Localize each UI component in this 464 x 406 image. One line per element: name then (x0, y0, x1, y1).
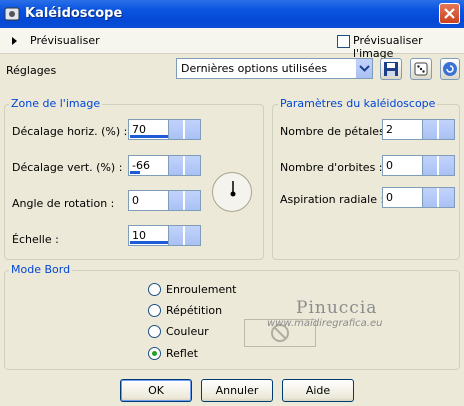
radio-repeat-label[interactable]: Répétition (166, 304, 222, 317)
preset-select[interactable]: Dernières options utilisées (176, 58, 373, 79)
reset-button[interactable] (440, 58, 460, 80)
preview-image-checkbox[interactable] (337, 35, 350, 48)
h-offset-fill (130, 135, 168, 138)
orbits-spinner[interactable]: 0 (382, 155, 455, 176)
petals-label: Nombre de pétales : (280, 125, 393, 138)
v-offset-label: Décalage vert. (%) : (12, 161, 123, 174)
rotation-label: Angle de rotation : (12, 197, 115, 210)
dice-icon (414, 62, 428, 76)
radio-color[interactable] (148, 325, 161, 338)
dial-needle-icon (230, 181, 236, 197)
spin-arrows-icon[interactable] (168, 120, 183, 139)
preset-select-value: Dernières options utilisées (181, 62, 328, 75)
orbits-label: Nombre d'orbites : (280, 161, 383, 174)
image-zone-legend: Zone de l'image (9, 97, 103, 110)
h-offset-label: Décalage horiz. (%) : (12, 125, 128, 138)
window-title: Kaléidoscope (25, 6, 123, 21)
radio-wrap[interactable] (148, 283, 161, 296)
scale-spinner[interactable]: 10 (128, 225, 201, 246)
h-offset-spinner[interactable]: 70 (128, 119, 201, 140)
random-preset-button[interactable] (410, 58, 432, 80)
petals-value: 2 (386, 123, 393, 136)
preview-toggle-label[interactable]: Prévisualiser (30, 34, 100, 47)
spin-arrows-icon[interactable] (422, 188, 437, 207)
edge-mode-legend: Mode Bord (9, 263, 73, 276)
chevron-down-icon[interactable] (438, 188, 454, 207)
save-preset-button[interactable] (380, 58, 402, 80)
chevron-down-icon[interactable] (438, 156, 454, 175)
rotation-dial[interactable] (212, 172, 252, 212)
ok-button[interactable]: OK (120, 379, 192, 402)
orbits-value: 0 (386, 159, 393, 172)
rotation-value: 0 (132, 194, 139, 207)
scale-fill (130, 241, 168, 244)
save-icon (384, 62, 398, 76)
expand-arrow-icon[interactable] (12, 37, 17, 45)
chevron-down-icon[interactable] (184, 156, 200, 175)
cancel-button[interactable]: Annuler (201, 379, 273, 402)
close-button[interactable] (439, 3, 460, 24)
preview-image-label[interactable]: Prévisualiser l'image (353, 34, 464, 60)
spin-arrows-icon[interactable] (168, 226, 183, 245)
spin-arrows-icon[interactable] (168, 191, 183, 210)
petals-spinner[interactable]: 2 (382, 119, 455, 140)
spin-arrows-icon[interactable] (422, 156, 437, 175)
scale-label: Échelle : (12, 233, 59, 246)
watermark-url: www.maidiregrafica.eu (267, 318, 383, 329)
radio-reflect[interactable] (148, 347, 161, 360)
spin-arrows-icon[interactable] (168, 156, 183, 175)
help-button[interactable]: Aide (282, 379, 354, 402)
radial-value: 0 (386, 191, 393, 204)
kaleido-params-legend: Paramètres du kaléidoscope (278, 97, 438, 110)
chevron-down-icon[interactable] (438, 120, 454, 139)
v-offset-fill (130, 171, 140, 174)
chevron-down-icon[interactable] (184, 226, 200, 245)
chevron-down-icon[interactable] (184, 120, 200, 139)
chevron-down-icon[interactable] (184, 191, 200, 210)
spin-arrows-icon[interactable] (422, 120, 437, 139)
preview-bar: Prévisualiser Prévisualiser l'image (0, 28, 464, 60)
radio-color-label[interactable]: Couleur (166, 325, 209, 338)
app-icon (4, 7, 20, 21)
rotation-spinner[interactable]: 0 (128, 190, 201, 211)
chevron-down-icon[interactable] (355, 59, 372, 78)
radial-spinner[interactable]: 0 (382, 187, 455, 208)
reset-icon (443, 62, 457, 76)
radial-label: Aspiration radiale : (280, 193, 385, 206)
kaleidoscope-dialog: Kaléidoscope Prévisualiser Prévisualiser… (0, 0, 464, 406)
settings-label: Réglages (6, 64, 57, 77)
v-offset-spinner[interactable]: -66 (128, 155, 201, 176)
radio-repeat[interactable] (148, 304, 161, 317)
radio-reflect-label[interactable]: Reflet (166, 347, 198, 360)
radio-wrap-label[interactable]: Enroulement (166, 283, 237, 296)
title-bar: Kaléidoscope (0, 0, 464, 28)
watermark-name: Pinuccia (296, 298, 378, 318)
close-icon (444, 8, 455, 19)
